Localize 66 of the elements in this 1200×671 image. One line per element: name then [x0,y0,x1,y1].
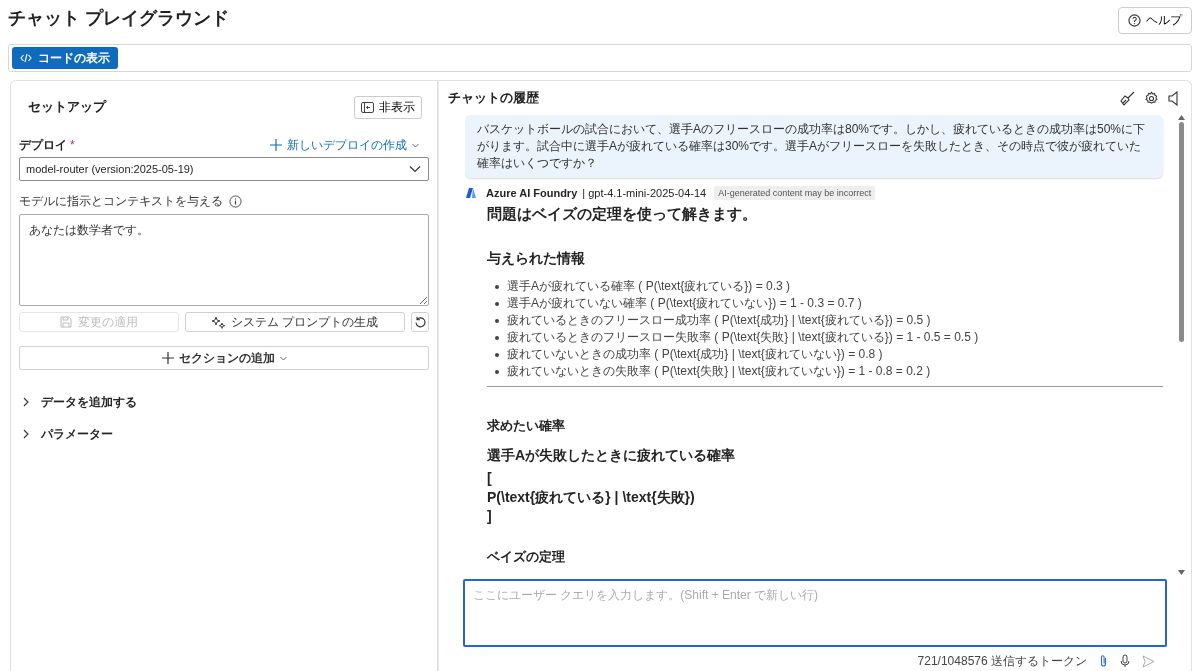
scroll-up-icon[interactable] [1177,115,1185,120]
generate-prompt-button[interactable]: システム プロンプトの生成 [185,312,405,332]
list-item: 選手Aが疲れていない確率 ( P(\text{疲れていない}) = 1 - 0.3 = 0.7 ) [507,295,862,312]
deploy-label: デプロイ [19,136,67,154]
ai-notice-badge: AI-generated content may be incorrect [714,186,876,200]
list-item: 疲れているときのフリースロー失敗率 ( P(\text{失敗} | \text{疲れている}) = 1 - 0.5 = 0.5 ) [507,329,979,346]
instructions-label: モデルに指示とコンテキストを与える [19,192,223,210]
chevron-down-icon [409,165,421,173]
reset-icon [413,315,427,329]
panel-icon [361,101,374,113]
reply-heading: 問題はベイズの定理を使って解きます。 [487,205,758,224]
chevron-icon [21,397,31,407]
reply-heading: ベイズの定理 [487,548,566,566]
chevron-icon [21,429,31,439]
info-icon [229,194,242,208]
help-button[interactable]: ヘルプ [1118,6,1192,34]
chevron-down-icon [279,355,287,361]
deployment-dropdown[interactable]: model-router (version:2025-05-19) [19,157,429,181]
list-item: 選手Aが疲れている確率 ( P(\text{疲れている}) = 0.3 ) [507,278,791,295]
bullet-icon [495,369,499,374]
reply-source: Azure AI Foundry [486,187,578,199]
list-item: 疲れていないときの失敗率 ( P(\text{失敗} | \text{疲れていない}) = 1 - 0.8 = 0.2 ) [507,363,931,380]
azure-logo-icon [465,187,477,199]
bullet-icon [495,284,499,289]
bullet-icon [495,352,499,357]
section-expander[interactable]: データを追加する [19,394,429,410]
paperclip-icon[interactable] [1099,654,1108,668]
scrollbar[interactable] [1175,115,1187,575]
broom-icon[interactable] [1120,90,1135,106]
reset-button[interactable] [411,312,429,332]
code-icon [20,53,32,63]
chat-history-title: チャットの履歴 [448,89,539,107]
bullet-icon [495,301,499,306]
save-icon [60,316,72,328]
token-count: 721/1048576 送信するトークン [917,652,1087,670]
reply-heading: 与えられた情報 [487,250,586,268]
system-message-field[interactable]: あなたは数学者です。 [19,214,429,306]
chevron-down-icon [412,142,419,148]
setup-title: セットアップ [28,98,106,116]
user-message: バスケットボールの試合において、選手Aのフリースローの成功率は80%です。しかし、疲れているときの成功率は50%に下がります。試合中に選手Aが疲れている確率は30%です。選手Aがフリースローを失敗したとき、その時点で彼が疲れていた確率はいくつですか？ [465,115,1163,178]
add-section-button[interactable]: セクションの追加 [19,346,429,370]
formula-line: P(\text{疲れている} | \text{失敗}) [487,488,696,507]
reply-heading: 求めたい確率 [487,417,566,435]
scroll-down-icon[interactable] [1177,570,1185,575]
chat-input-field[interactable]: ここにユーザー クエリを入力します。(Shift + Enter で新しい行) [463,579,1167,647]
plus-icon [270,139,282,151]
list-item: 疲れているときのフリースロー成功率 ( P(\text{成功} | \text{疲れている}) = 0.5 ) [507,312,931,329]
settings-icon[interactable] [1144,90,1159,106]
page-title: チャット プレイグラウンド [8,7,229,30]
create-deployment-link[interactable]: 新しいデプロイの作成 [270,136,419,154]
bullet-icon [495,318,499,323]
list-item: 疲れていないときの成功率 ( P(\text{成功} | \text{疲れていない}) = 0.8 ) [507,346,883,363]
formula-line: ] [487,507,493,526]
section-expander[interactable]: パラメーター [19,426,429,442]
bullet-icon [495,335,499,340]
formula-line: [ [487,469,493,488]
sparkle-icon [211,315,225,329]
plus-icon [161,352,174,364]
reply-model: | gpt-4.1-mini-2025-04-14 [582,187,707,199]
speaker-icon[interactable] [1168,90,1181,106]
required-mark: * [70,138,75,152]
view-code-button[interactable]: コードの表示 [12,47,118,69]
help-icon [1128,13,1141,27]
microphone-icon[interactable] [1120,654,1130,668]
hide-button[interactable]: 非表示 [354,95,422,119]
reply-heading: 選手Aが失敗したときに疲れている確率 [487,447,737,465]
